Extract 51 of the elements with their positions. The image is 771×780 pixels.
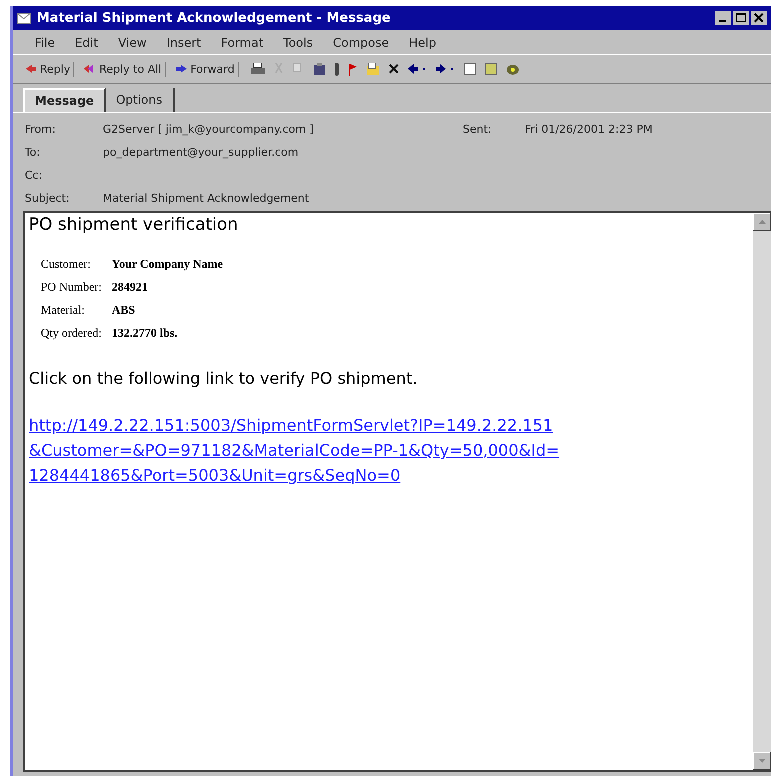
link[interactable]: &Customer=&PO=971182&MaterialCode=PP-1&Qty=50,000&Id= (29, 441, 749, 460)
tab[interactable]: Message (23, 88, 106, 112)
field-label: Sent: (463, 123, 493, 136)
menu-item[interactable]: Insert (162, 34, 206, 52)
scroll-up-button[interactable] (753, 213, 771, 231)
message-heading: PO shipment verification (29, 215, 240, 235)
detail-label: Qty ordered: (41, 326, 102, 341)
subject-text: Material Shipment Acknowledgement (103, 192, 310, 205)
printer-icon[interactable] (250, 63, 265, 75)
detail-value: ABS (112, 303, 136, 318)
reply-button[interactable]: Reply (21, 62, 74, 76)
delete-icon[interactable] (388, 63, 400, 75)
previous-icon[interactable] (408, 63, 428, 75)
link[interactable]: 1284441865&Port=5003&Unit=grs&SeqNo=0 (29, 466, 749, 485)
menu-item[interactable]: Format (217, 34, 268, 52)
detail-label: PO Number: (41, 280, 102, 295)
field-label: Cc: (25, 169, 44, 182)
maximize-icon[interactable] (733, 11, 749, 25)
paste-icon[interactable] (312, 62, 326, 76)
flag-icon[interactable] (348, 62, 358, 76)
forward-button[interactable]: Forward (172, 62, 239, 76)
menu-item[interactable]: Edit (71, 34, 102, 52)
move-folder-icon[interactable] (366, 62, 380, 76)
field-label: To: (25, 146, 42, 159)
window-title: Material Shipment Acknowledgement - Message (37, 10, 392, 26)
recipient-text: po_department@your_supplier.com (103, 146, 300, 159)
instruction-text: Click on the following link to verify PO shipment. (29, 369, 419, 388)
envelope-icon[interactable] (17, 12, 31, 24)
menu-item[interactable]: Tools (280, 34, 318, 52)
arrow-icon (24, 63, 37, 75)
detail-value: 132.2770 lbs. (112, 326, 179, 341)
arrow-icon (174, 63, 188, 75)
detail-value: 284921 (112, 280, 149, 295)
close-icon[interactable] (751, 11, 767, 25)
field-label: Subject: (25, 192, 71, 205)
menu-item[interactable]: File (31, 34, 60, 52)
sent-date-text: Fri 01/26/2001 2:23 PM (525, 123, 654, 136)
detail-label: Material: (41, 303, 86, 318)
sender-text: G2Server [ jim_k@yourcompany.com ] (103, 123, 315, 136)
scroll-down-button[interactable] (753, 752, 771, 770)
detail-value: Your Company Name (112, 257, 224, 272)
reply-all-button[interactable]: Reply to All (80, 62, 166, 76)
field-label: From: (25, 123, 57, 136)
menu-item[interactable]: Help (405, 34, 440, 52)
menu-item[interactable]: View (114, 34, 151, 52)
minimize-icon[interactable] (715, 11, 731, 25)
menu-item[interactable]: Compose (329, 34, 394, 52)
detail-label: Customer: (41, 257, 92, 272)
link[interactable]: http://149.2.22.151:5003/ShipmentFormServlet?IP=149.2.22.151 (29, 416, 749, 435)
next-icon[interactable] (436, 63, 456, 75)
scrollbar[interactable] (753, 213, 771, 770)
